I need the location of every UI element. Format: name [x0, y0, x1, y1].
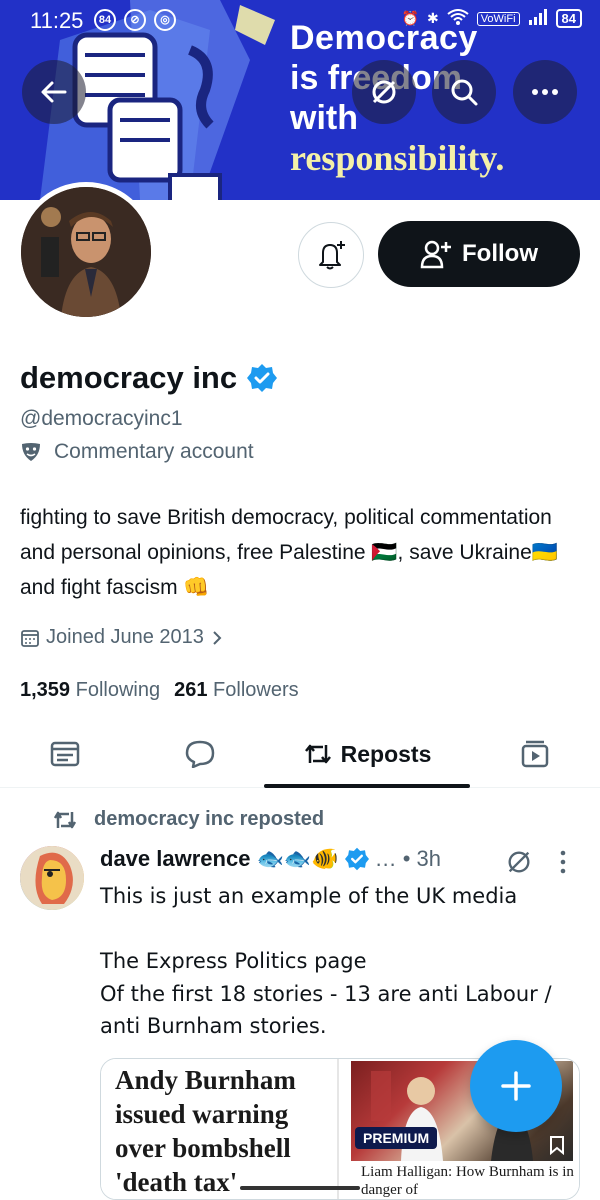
alarm-icon: ⏰: [401, 10, 419, 26]
fingerprint-icon: ◎: [154, 9, 176, 31]
post-author-avatar[interactable]: [20, 846, 84, 910]
person-add-icon: [420, 240, 451, 269]
vowifi-badge: VoWiFi: [476, 11, 520, 26]
following-label: Following: [75, 679, 161, 701]
followers-count: 261: [174, 679, 208, 701]
calendar-icon: [21, 629, 39, 647]
joined-text: Joined June 2013: [46, 626, 204, 648]
post-text: This is just an example of the UK media …: [100, 884, 552, 1038]
post-header: dave lawrence 🐟🐟🐠 … • 3h: [100, 846, 441, 872]
tab-media[interactable]: [490, 720, 580, 788]
verified-badge-icon[interactable]: [247, 363, 278, 393]
status-time: 11:25: [30, 8, 84, 33]
media-image-left[interactable]: Andy Burnham issued warning over bombshe…: [101, 1059, 339, 1199]
follow-label: Follow: [462, 240, 538, 267]
reposted-by-text: democracy inc reposted: [94, 808, 325, 830]
profile-name-row: democracy inc: [20, 360, 278, 396]
notification-count-icon: 84: [94, 9, 116, 31]
bell-plus-icon: [319, 241, 345, 270]
arrow-left-icon: [41, 81, 67, 103]
no-disturb-icon: ⊘: [124, 9, 146, 31]
status-bar: 11:25 84 ⊘ ◎ ⏰ ✱ VoWiFi 84: [0, 0, 600, 40]
repost-icon: [304, 744, 331, 764]
display-name: democracy inc: [20, 360, 238, 395]
battery-icon: 84: [555, 9, 582, 28]
compose-fab-button[interactable]: [470, 1040, 562, 1132]
follow-button[interactable]: Follow: [378, 221, 580, 287]
profile-bio: fighting to save British democracy, poli…: [20, 506, 558, 599]
theater-mask-icon: [22, 443, 40, 461]
account-label[interactable]: Commentary account: [20, 440, 254, 464]
home-indicator[interactable]: [240, 1186, 360, 1190]
joined-date[interactable]: Joined June 2013: [20, 626, 224, 649]
media-caption: Liam Halligan: How Burnham is in danger …: [361, 1164, 574, 1198]
bluetooth-icon: ✱: [426, 10, 439, 26]
back-button[interactable]: [22, 60, 86, 124]
more-vertical-icon: [560, 850, 566, 874]
banner-line: responsibility.: [290, 138, 505, 178]
active-tab-indicator: [264, 784, 470, 788]
premium-badge: PREMIUM: [355, 1127, 438, 1149]
tab-reposts[interactable]: Reposts: [262, 720, 472, 788]
follow-stats: 1,359 Following 261 Followers: [20, 679, 299, 702]
more-options-button[interactable]: [513, 60, 577, 124]
media-video-icon: [521, 740, 549, 768]
tab-posts[interactable]: [20, 720, 110, 788]
reply-bubble-icon: [185, 740, 215, 768]
repost-context[interactable]: democracy inc reposted: [52, 808, 324, 831]
post-more-button[interactable]: [556, 848, 570, 880]
more-dots-icon: [532, 89, 558, 95]
author-avatar-art: [20, 846, 84, 910]
repost-small-icon: [53, 811, 77, 828]
search-icon: [451, 79, 478, 106]
post-grok-button[interactable]: [505, 848, 533, 880]
followers-label: Followers: [213, 679, 299, 701]
followers-link[interactable]: 261 Followers: [174, 679, 299, 702]
signal-icon: [528, 9, 548, 28]
verified-badge-icon[interactable]: [344, 847, 369, 871]
grok-button[interactable]: [352, 60, 416, 124]
profile-tabs: Reposts: [0, 720, 600, 788]
account-label-text: Commentary account: [54, 440, 254, 463]
grok-icon: [372, 80, 396, 104]
search-button[interactable]: [432, 60, 496, 124]
wifi-icon: [447, 9, 469, 28]
avatar-portrait: [21, 187, 151, 317]
post-author-name[interactable]: dave lawrence: [100, 846, 250, 872]
author-emoji: 🐟🐟🐠: [256, 846, 339, 871]
status-right: ⏰ ✱ VoWiFi 84: [402, 9, 582, 28]
bookmark-icon: [550, 1136, 564, 1155]
chevron-right-icon: [213, 630, 222, 645]
post-meta: … • 3h: [374, 846, 442, 871]
grok-icon: [508, 851, 530, 873]
profile-handle: @democracyinc1: [20, 407, 183, 430]
tab-replies[interactable]: [155, 720, 245, 788]
tab-reposts-label: Reposts: [340, 740, 432, 767]
following-count: 1,359: [20, 679, 71, 701]
profile-avatar[interactable]: [16, 182, 156, 322]
media-headline: Andy Burnham issued warning over bombshe…: [115, 1065, 296, 1197]
notifications-subscribe-button[interactable]: [298, 222, 364, 288]
posts-list-icon: [50, 741, 80, 767]
plus-icon: [501, 1071, 531, 1101]
following-link[interactable]: 1,359 Following: [20, 679, 160, 702]
